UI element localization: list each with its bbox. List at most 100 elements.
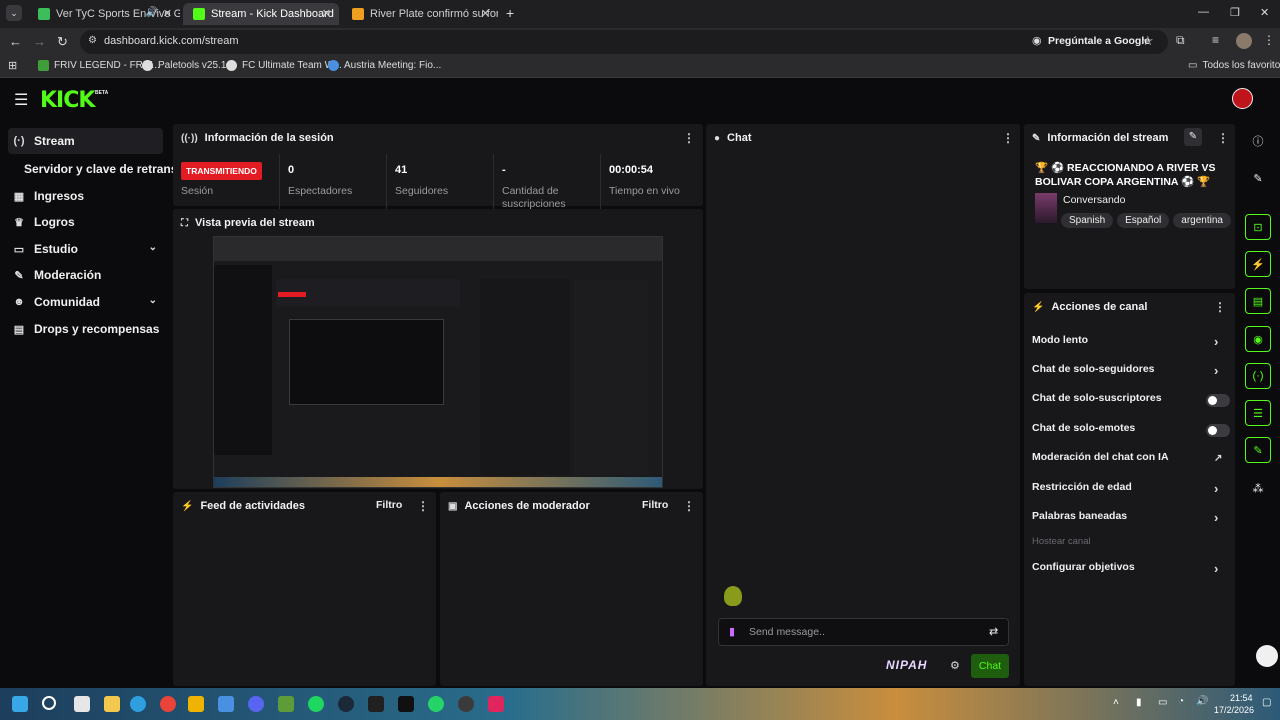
- ask-google-button[interactable]: Pregúntale a Google: [1048, 35, 1150, 47]
- chevron-down-icon[interactable]: ⌄: [149, 295, 157, 306]
- sidebar-item-logros[interactable]: ♛ Logros: [8, 209, 163, 235]
- sidebar-item-moderacion[interactable]: ✎ Moderación: [8, 262, 163, 288]
- emote-picker-icon[interactable]: ⇄: [989, 625, 998, 638]
- capcut-icon[interactable]: [398, 696, 414, 712]
- site-info-icon[interactable]: ⚙: [88, 35, 97, 46]
- notifications-icon[interactable]: ▢: [1262, 697, 1271, 708]
- emotes-only-toggle[interactable]: [1206, 424, 1230, 437]
- tab-tyc-sports[interactable]: Ver TyC Sports En Vivo Grat 🔊 ✕: [28, 3, 180, 25]
- extensions-icon[interactable]: ⧉: [1176, 33, 1185, 48]
- more-options-icon[interactable]: ⋮: [1217, 131, 1229, 145]
- more-options-icon[interactable]: ⋮: [683, 131, 695, 145]
- back-icon[interactable]: ←: [9, 34, 22, 49]
- menu-icon[interactable]: ⋮: [1263, 33, 1275, 47]
- sidebar-item-comunidad[interactable]: ☻ Comunidad ⌄: [8, 289, 163, 315]
- hamburger-menu-icon[interactable]: ☰: [14, 90, 28, 110]
- broadcast-icon[interactable]: (·): [1245, 363, 1271, 389]
- bookmark-star-icon[interactable]: ☆: [1142, 33, 1154, 49]
- file-explorer-icon[interactable]: [104, 696, 120, 712]
- tray-overflow-icon[interactable]: ˄: [1113, 697, 1119, 708]
- tab-river-plate[interactable]: River Plate confirmó su formac ✕: [342, 3, 498, 25]
- chat-input[interactable]: ▮ Send message.. ⇄: [718, 618, 1009, 646]
- bookmark-paletools[interactable]: Paletools v25.1.7: [142, 60, 235, 71]
- new-tab-button[interactable]: +: [506, 5, 514, 21]
- kick-logo[interactable]: KICK: [40, 88, 95, 113]
- tab-kick-dashboard[interactable]: Stream - Kick Dashboard ✕: [183, 3, 339, 25]
- sidebar-item-stream[interactable]: (·) Stream: [8, 128, 163, 154]
- whatsapp-icon[interactable]: [428, 696, 444, 712]
- action-ai-moderation[interactable]: Moderación del chat con IA ↗: [1032, 451, 1232, 469]
- reload-icon[interactable]: ↻: [57, 34, 68, 50]
- epic-games-icon[interactable]: [368, 696, 384, 712]
- clock-date[interactable]: 17/2/2026: [1214, 705, 1254, 715]
- discord-icon[interactable]: [248, 696, 264, 712]
- forward-icon[interactable]: →: [33, 34, 46, 49]
- action-age-restriction[interactable]: Restricción de edad ›: [1032, 481, 1232, 499]
- tag-chip[interactable]: Español: [1117, 213, 1170, 228]
- tiktok-icon[interactable]: [488, 696, 504, 712]
- sidebar-item-server-key[interactable]: Servidor y clave de retransm: [8, 156, 173, 182]
- profile-avatar[interactable]: [1236, 33, 1252, 49]
- close-tab-icon[interactable]: ✕: [163, 7, 172, 20]
- tag-chip[interactable]: argentina: [1173, 213, 1231, 228]
- filter-button[interactable]: Filtro: [642, 499, 668, 511]
- folder-icon[interactable]: [188, 696, 204, 712]
- subscribers-only-toggle[interactable]: [1206, 394, 1230, 407]
- steam-icon[interactable]: [338, 696, 354, 712]
- bookmark-fc-ultimate[interactable]: FC Ultimate Team W...: [226, 60, 342, 71]
- all-bookmarks[interactable]: ▭ Todos los favoritos: [1188, 60, 1280, 71]
- action-banned-words[interactable]: Palabras baneadas ›: [1032, 510, 1232, 528]
- scan-icon[interactable]: ⊡: [1245, 214, 1271, 240]
- more-options-icon[interactable]: ⋮: [683, 499, 695, 513]
- close-window-button[interactable]: ✕: [1260, 6, 1269, 19]
- sidebar-item-drops[interactable]: ▤ Drops y recompensas: [8, 316, 163, 342]
- close-tab-icon[interactable]: ✕: [322, 7, 331, 20]
- lightning-icon[interactable]: ⚡: [1245, 251, 1271, 277]
- category-thumbnail[interactable]: [1035, 193, 1057, 223]
- mic-icon[interactable]: ▮: [729, 625, 735, 638]
- floating-widget-icon[interactable]: [1256, 645, 1278, 667]
- task-view-icon[interactable]: [74, 696, 90, 712]
- info-icon[interactable]: ⓘ: [1245, 128, 1271, 154]
- clock-time[interactable]: 21:54: [1230, 693, 1253, 703]
- obs-icon[interactable]: [458, 696, 474, 712]
- edit-pencil-icon[interactable]: ✎: [1245, 165, 1271, 191]
- wifi-icon[interactable]: ◔: [1178, 696, 1184, 707]
- apps-grid-icon[interactable]: ⊞: [8, 59, 17, 72]
- user-avatar[interactable]: [1232, 88, 1253, 109]
- address-bar[interactable]: ⚙ dashboard.kick.com/stream ◉ Pregúntale…: [80, 30, 1168, 54]
- edge-icon[interactable]: [130, 696, 146, 712]
- wrench-icon[interactable]: ✎: [1245, 437, 1271, 463]
- action-followers-only[interactable]: Chat de solo-seguidores ›: [1032, 363, 1232, 381]
- layers-icon[interactable]: ☰: [1245, 400, 1271, 426]
- google-lens-icon[interactable]: ◉: [1032, 34, 1042, 47]
- network-icon[interactable]: ▭: [1158, 697, 1167, 708]
- tag-chip[interactable]: Spanish: [1061, 213, 1114, 228]
- minecraft-icon[interactable]: [278, 696, 294, 712]
- more-options-icon[interactable]: ⋮: [1002, 131, 1014, 145]
- apps-icon[interactable]: ⁂: [1245, 475, 1271, 501]
- mic-tray-icon[interactable]: ▮: [1136, 697, 1142, 708]
- more-options-icon[interactable]: ⋮: [417, 499, 429, 513]
- chat-send-button[interactable]: Chat: [971, 654, 1009, 678]
- bookmark-austria[interactable]: Austria Meeting: Fio...: [328, 60, 441, 71]
- filter-button[interactable]: Filtro: [376, 499, 402, 511]
- store-icon[interactable]: [218, 696, 234, 712]
- chat-icon[interactable]: ◉: [1245, 326, 1271, 352]
- more-options-icon[interactable]: ⋮: [1214, 300, 1226, 314]
- maximize-button[interactable]: ❐: [1230, 6, 1240, 19]
- chevron-down-icon[interactable]: ⌄: [149, 242, 157, 253]
- media-icon[interactable]: ≡: [1212, 33, 1219, 47]
- edit-stream-button[interactable]: ✎: [1184, 128, 1202, 146]
- document-icon[interactable]: ▤: [1245, 288, 1271, 314]
- stream-preview-video[interactable]: [213, 236, 663, 488]
- chat-settings-icon[interactable]: ⚙: [950, 659, 960, 672]
- action-slow-mode[interactable]: Modo lento ›: [1032, 334, 1232, 352]
- volume-icon[interactable]: 🔊: [1196, 696, 1208, 707]
- stream-category[interactable]: Conversando: [1063, 194, 1125, 206]
- action-configure-goals[interactable]: Configurar objetivos ›: [1032, 561, 1232, 579]
- tab-search-button[interactable]: ⌄: [6, 5, 22, 21]
- spotify-icon[interactable]: [308, 696, 324, 712]
- minimize-button[interactable]: —: [1198, 6, 1209, 18]
- sidebar-item-estudio[interactable]: ▭ Estudio ⌄: [8, 236, 163, 262]
